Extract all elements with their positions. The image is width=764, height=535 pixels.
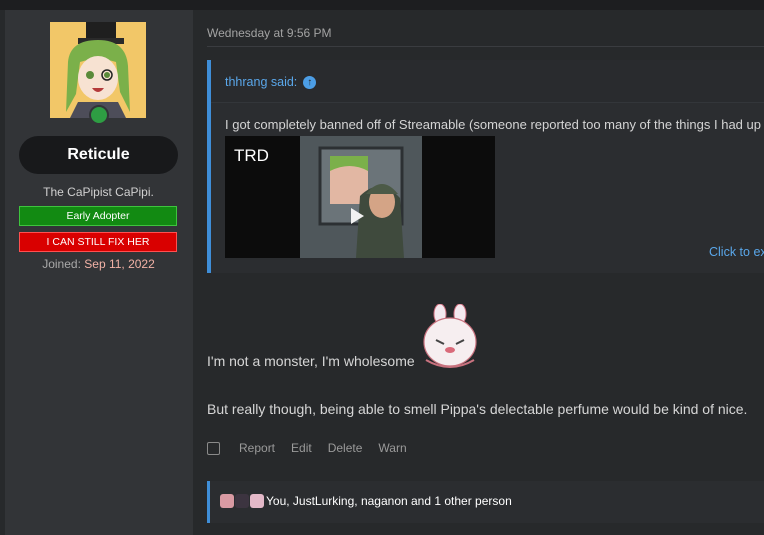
reaction-icon-1 [220,494,234,508]
online-status-icon [89,105,109,125]
divider [207,46,764,47]
report-link[interactable]: Report [239,441,275,455]
arrow-up-circle-icon[interactable]: ↑ [303,75,317,89]
quote-header: thhrang said: ↑ [211,60,764,103]
quote-author-label: thhrang said: [225,75,298,89]
reactions-bar[interactable]: You, JustLurking, naganon and 1 other pe… [207,481,764,523]
post-timestamp[interactable]: Wednesday at 9:56 PM [207,26,332,40]
click-to-expand-link[interactable]: Click to ex [709,245,764,259]
custom-banner: I CAN STILL FIX HER [19,232,177,252]
reaction-icons [220,494,264,508]
joined-label: Joined: [42,257,81,271]
quote-author-link[interactable]: thhrang said: ↑ [225,75,317,89]
early-adopter-banner: Early Adopter [19,206,177,226]
user-title: The CaPipist CaPipi. [43,185,154,199]
reaction-icon-2 [235,494,249,508]
message-text: I'm not a monster, I'm wholesome [207,353,415,369]
post-actions: Report Edit Delete Warn [207,441,423,455]
video-title: TRD [234,146,269,165]
reaction-icon-3 [250,494,264,508]
video-thumbnail [300,136,422,258]
select-checkbox[interactable] [207,441,220,455]
quote-block: thhrang said: ↑ I got completely banned … [207,60,764,273]
message-text-2: But really though, being able to smell P… [207,401,748,417]
delete-link[interactable]: Delete [328,441,363,455]
reactions-list[interactable]: You, JustLurking, naganon and 1 other pe… [266,494,512,508]
avatar[interactable] [50,22,146,118]
avatar-image [50,22,146,118]
top-strip [0,0,764,10]
bunny-emoji-icon [423,304,477,368]
edit-link[interactable]: Edit [291,441,312,455]
quote-text: I got completely banned off of Streamabl… [225,117,761,132]
warn-link[interactable]: Warn [378,441,406,455]
joined-date: Joined: Sep 11, 2022 [19,257,178,271]
username[interactable]: Reticule [19,136,178,174]
video-embed[interactable]: TRD [225,136,495,258]
play-icon[interactable] [351,208,364,224]
joined-date-value: Sep 11, 2022 [84,257,155,271]
